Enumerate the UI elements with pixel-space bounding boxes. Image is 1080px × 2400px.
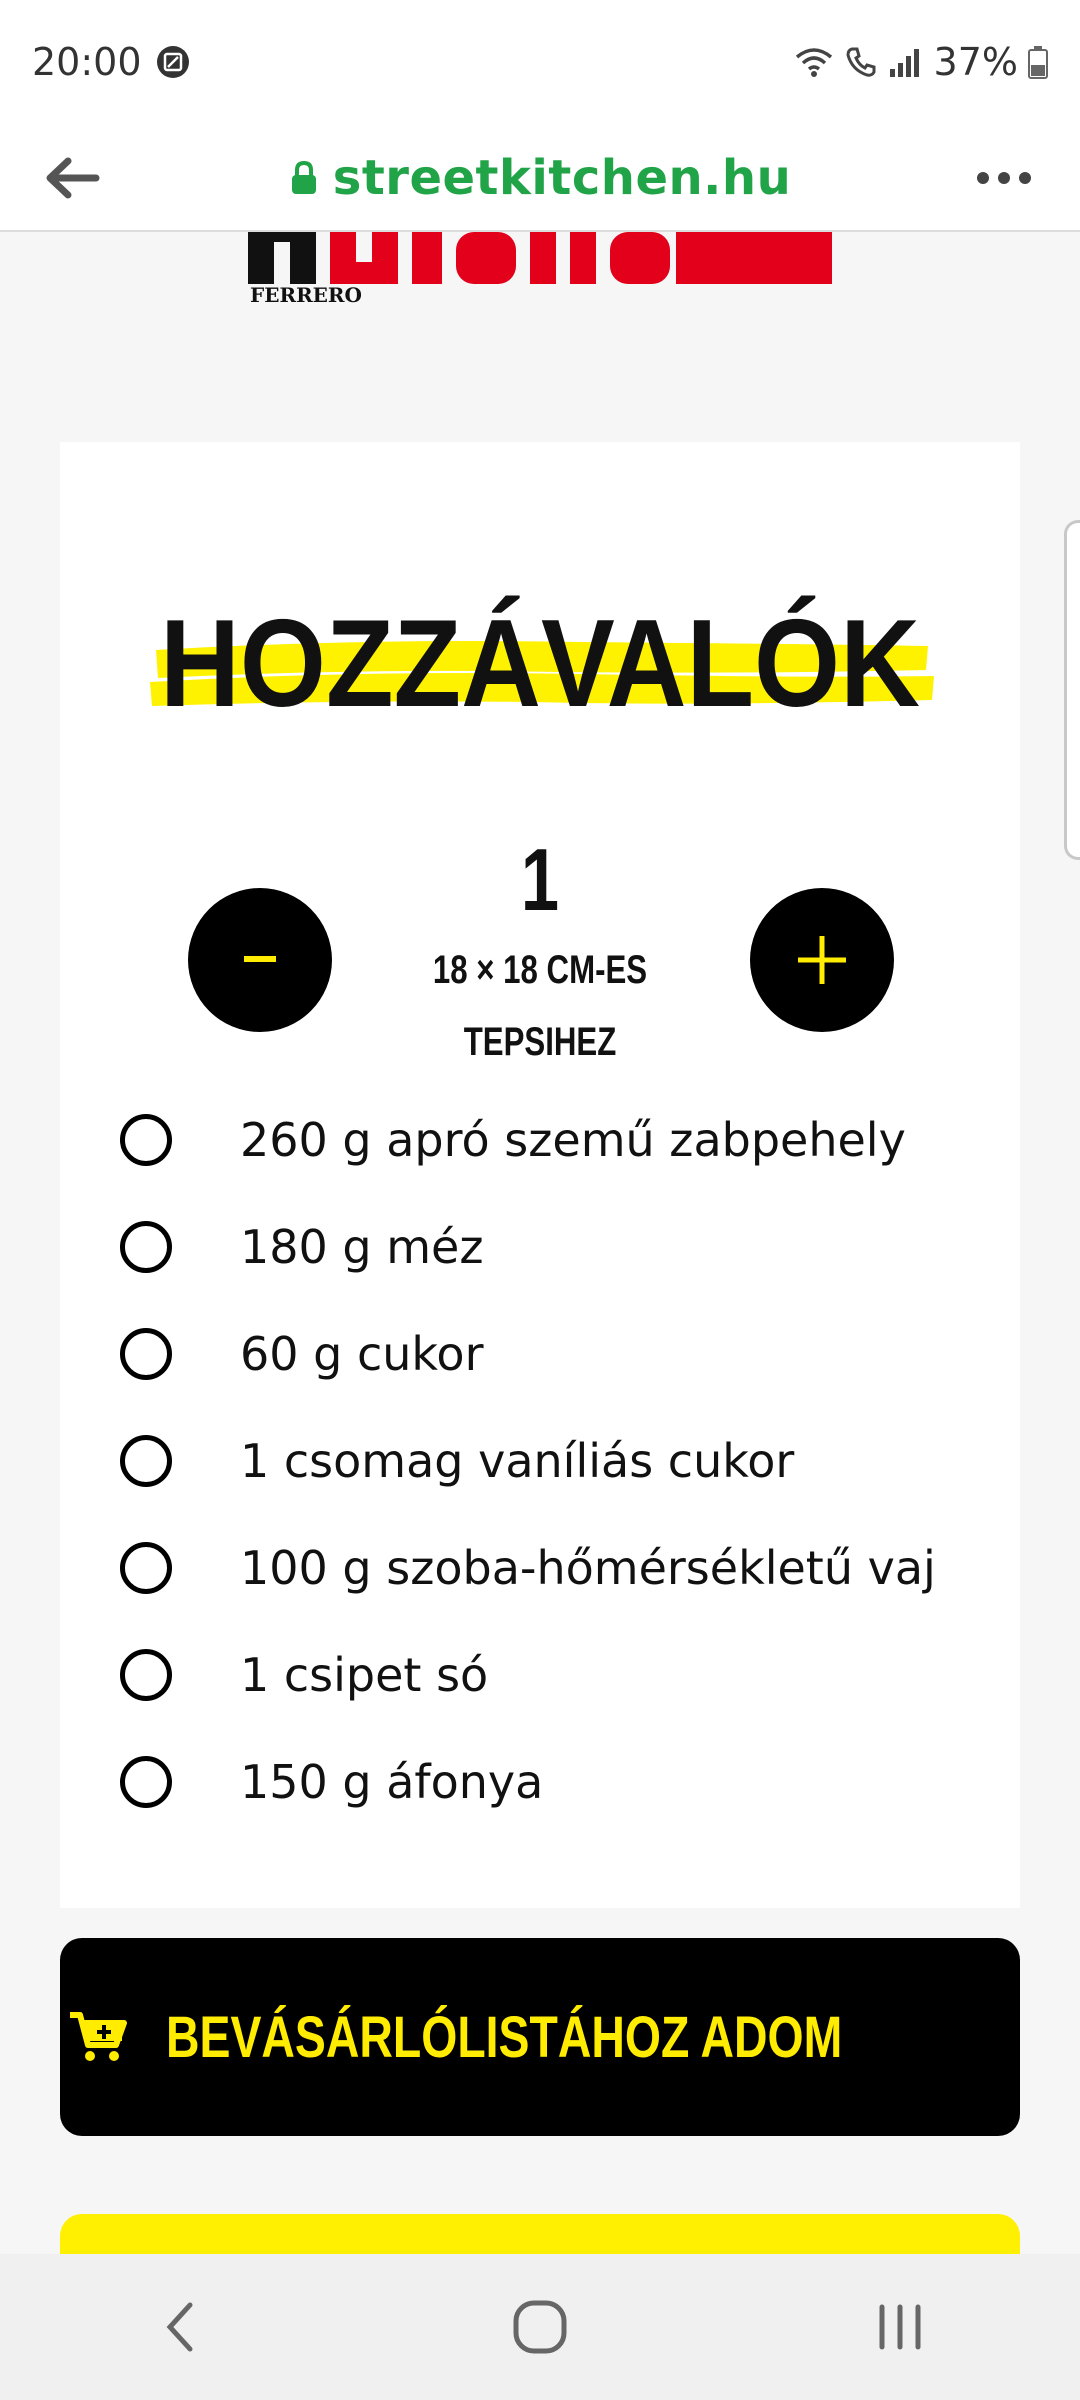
status-left: 20:00 — [32, 40, 190, 84]
ingredient-item[interactable]: 100 g szoba-hőmérsékletű vaj — [60, 1528, 1020, 1608]
add-to-shopping-list-label: BEVÁSÁRLÓLISTÁHOZ ADOM — [166, 2004, 843, 2070]
ingredient-text: 1 csipet só — [240, 1648, 489, 1702]
ingredient-checkbox[interactable] — [120, 1435, 172, 1487]
ingredient-checkbox[interactable] — [120, 1542, 172, 1594]
servings-unit: 18 × 18 CM-ES TEPSIHEZ — [368, 934, 711, 1078]
ingredients-heading-wrap: HOZZÁVALÓK — [60, 582, 1020, 742]
status-bar: 20:00 37% — [0, 0, 1080, 124]
nav-back-button[interactable] — [120, 2267, 240, 2387]
ingredient-text: 260 g apró szemű zabpehely — [240, 1113, 906, 1167]
battery-percent: 37% — [933, 40, 1018, 84]
ingredients-card: HOZZÁVALÓK 1 18 × 18 CM-ES TEPSIHEZ 260 … — [60, 442, 1020, 1908]
minus-icon — [244, 956, 276, 962]
back-button[interactable] — [40, 146, 104, 210]
lock-icon — [291, 160, 316, 194]
signal-icon — [888, 47, 924, 77]
servings-unit-line1: 18 × 18 CM-ES — [432, 948, 648, 992]
ingredient-checkbox[interactable] — [120, 1328, 172, 1380]
more-dot-icon — [1019, 172, 1031, 184]
home-icon — [513, 2300, 567, 2354]
nutella-logo: FERRERO — [248, 232, 832, 307]
more-dot-icon — [998, 172, 1010, 184]
ingredient-item[interactable]: 1 csomag vaníliás cukor — [60, 1421, 1020, 1501]
nutella-logo-banner: FERRERO — [0, 232, 1080, 312]
ingredient-text: 150 g áfonya — [240, 1755, 544, 1809]
ingredient-item[interactable]: 60 g cukor — [60, 1314, 1020, 1394]
ingredient-checkbox[interactable] — [120, 1649, 172, 1701]
nav-home-button[interactable] — [480, 2267, 600, 2387]
battery-icon — [1028, 45, 1048, 79]
ingredient-text: 100 g szoba-hőmérsékletű vaj — [240, 1541, 936, 1595]
ingredient-text: 1 csomag vaníliás cukor — [240, 1434, 795, 1488]
ferrero-wordmark: FERRERO — [250, 283, 362, 307]
ingredient-checkbox[interactable] — [120, 1114, 172, 1166]
status-time: 20:00 — [32, 40, 142, 84]
ingredient-checkbox[interactable] — [120, 1221, 172, 1273]
ingredient-item[interactable]: 180 g méz — [60, 1207, 1020, 1287]
wifi-icon — [794, 45, 834, 79]
status-right: 37% — [794, 40, 1048, 84]
url-text: streetkitchen.hu — [332, 150, 792, 206]
cart-add-icon — [70, 2012, 128, 2061]
plus-icon — [798, 936, 846, 984]
ingredient-checkbox[interactable] — [120, 1756, 172, 1808]
ingredient-text: 180 g méz — [240, 1220, 484, 1274]
nav-recents-button[interactable] — [840, 2267, 960, 2387]
chevron-left-icon — [166, 2302, 193, 2352]
recents-icon — [879, 2304, 921, 2350]
add-to-shopping-list-button[interactable]: BEVÁSÁRLÓLISTÁHOZ ADOM — [60, 1938, 1020, 2136]
scroll-indicator[interactable] — [1064, 520, 1080, 860]
screenshot-notification-icon — [156, 45, 190, 79]
url-display[interactable]: streetkitchen.hu — [0, 124, 1080, 232]
ingredients-heading-text: HOZZÁVALÓK — [160, 595, 920, 733]
browser-address-bar: streetkitchen.hu — [0, 124, 1080, 232]
arrow-left-icon — [46, 157, 100, 199]
ingredient-item[interactable]: 1 csipet só — [60, 1635, 1020, 1715]
more-options-button[interactable] — [968, 154, 1040, 202]
more-dot-icon — [977, 172, 989, 184]
ingredients-heading: HOZZÁVALÓK — [150, 595, 934, 733]
increase-servings-button[interactable] — [750, 888, 894, 1032]
ingredient-text: 60 g cukor — [240, 1327, 484, 1381]
wifi-calling-icon — [844, 45, 878, 79]
servings-unit-line2: TEPSIHEZ — [463, 1020, 617, 1064]
system-navigation-bar — [0, 2254, 1080, 2400]
ingredient-item[interactable]: 150 g áfonya — [60, 1742, 1020, 1822]
ingredient-item[interactable]: 260 g apró szemű zabpehely — [60, 1100, 1020, 1180]
